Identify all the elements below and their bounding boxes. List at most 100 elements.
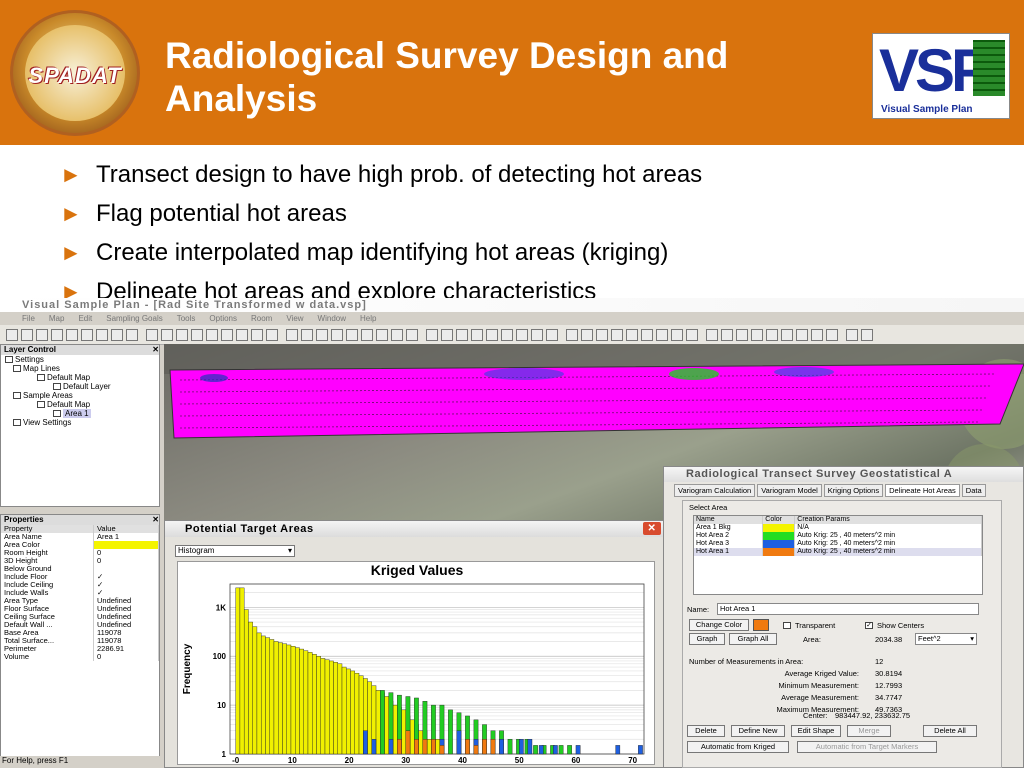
toolbar-button[interactable] (191, 328, 203, 341)
toolbar-button[interactable] (21, 328, 33, 341)
toolbar-button[interactable] (161, 328, 173, 341)
toolbar-button[interactable] (516, 328, 528, 341)
toolbar-button[interactable] (51, 328, 63, 341)
toolbar-button[interactable] (826, 328, 838, 341)
close-icon[interactable]: ✕ (152, 515, 159, 525)
checkbox-icon[interactable] (37, 401, 45, 409)
toolbar-button[interactable] (811, 328, 823, 341)
delete-button[interactable]: Delete (687, 725, 725, 737)
toolbar-button[interactable] (766, 328, 778, 341)
menu-item[interactable]: File (22, 312, 35, 325)
toolbar-button[interactable] (361, 328, 373, 341)
chevron-down-icon[interactable]: ▾ (288, 546, 292, 556)
menu-item[interactable]: Sampling Goals (106, 312, 162, 325)
toolbar-button[interactable] (596, 328, 608, 341)
show-centers-checkbox[interactable]: ✓ (865, 622, 873, 629)
change-color-button[interactable]: Change Color (689, 619, 749, 631)
toolbar-button[interactable] (66, 328, 78, 341)
tree-item[interactable]: Map Lines (1, 364, 159, 373)
toolbar-button[interactable] (656, 328, 668, 341)
toolbar-button[interactable] (81, 328, 93, 341)
table-row[interactable]: Hot Area 3 Auto Krig: 25 , 40 meters^2 mi… (694, 540, 982, 548)
edit-shape-button[interactable]: Edit Shape (791, 725, 841, 737)
tree-item[interactable]: Sample Areas (1, 391, 159, 400)
toolbar-button[interactable] (581, 328, 593, 341)
toolbar-button[interactable] (626, 328, 638, 341)
close-icon[interactable]: ✕ (152, 345, 159, 355)
tab[interactable]: Data (961, 484, 986, 497)
toolbar-button[interactable] (471, 328, 483, 341)
toolbar-button[interactable] (36, 328, 48, 341)
toolbar-button[interactable] (316, 328, 328, 341)
toolbar-button[interactable] (96, 328, 108, 341)
toolbar-button[interactable] (6, 328, 18, 341)
table-row[interactable]: Hot Area 1 Auto Krig: 25 , 40 meters^2 mi… (694, 548, 982, 556)
tab[interactable]: Variogram Calculation (674, 484, 756, 497)
menu-item[interactable]: Window (318, 312, 346, 325)
table-row[interactable]: Volume 0 (1, 653, 160, 661)
toolbar-button[interactable] (486, 328, 498, 341)
area-grid[interactable]: Name Color Creation Params Area 1 Bkg N/A Hot… (693, 515, 983, 595)
toolbar-button[interactable] (531, 328, 543, 341)
define-new-button[interactable]: Define New (731, 725, 785, 737)
toolbar-button[interactable] (456, 328, 468, 341)
graph-all-button[interactable]: Graph All (729, 633, 777, 645)
toolbar-button[interactable] (736, 328, 748, 341)
automatic-from-kriged-button[interactable]: Automatic from Kriged (687, 741, 789, 753)
toolbar-button[interactable] (331, 328, 343, 341)
toolbar-button[interactable] (706, 328, 718, 341)
toolbar-button[interactable] (206, 328, 218, 341)
toolbar-button[interactable] (611, 328, 623, 341)
toolbar-button[interactable] (346, 328, 358, 341)
toolbar-button[interactable] (286, 328, 298, 341)
toolbar-button[interactable] (406, 328, 418, 341)
menu-item[interactable]: Tools (177, 312, 196, 325)
tree-item[interactable]: Default Layer (1, 382, 159, 391)
automatic-from-target-markers-button[interactable]: Automatic from Target Markers (797, 741, 937, 753)
toolbar-button[interactable] (781, 328, 793, 341)
table-row[interactable]: Area 1 Bkg N/A (694, 524, 982, 532)
tab[interactable]: Variogram Model (757, 484, 822, 497)
toolbar-button[interactable] (721, 328, 733, 341)
toolbar-button[interactable] (266, 328, 278, 341)
toolbar-button[interactable] (426, 328, 438, 341)
toolbar-button[interactable] (221, 328, 233, 341)
menu-item[interactable]: Options (209, 312, 237, 325)
toolbar-button[interactable] (391, 328, 403, 341)
color-swatch[interactable] (753, 619, 769, 631)
transparent-checkbox[interactable] (783, 622, 791, 629)
tree-item[interactable]: Default Map (1, 373, 159, 382)
menu-item[interactable]: Help (360, 312, 376, 325)
toolbar-button[interactable] (146, 328, 158, 341)
units-select[interactable]: Feet^2 ▾ (915, 633, 977, 645)
toolbar-button[interactable] (376, 328, 388, 341)
toolbar-button[interactable] (501, 328, 513, 341)
menu-item[interactable]: Room (251, 312, 272, 325)
chart-type-select[interactable]: Histogram ▾ (175, 545, 295, 557)
toolbar-button[interactable] (111, 328, 123, 341)
toolbar-button[interactable] (176, 328, 188, 341)
close-icon[interactable]: ✕ (643, 522, 661, 535)
toolbar-button[interactable] (301, 328, 313, 341)
checkbox-icon[interactable] (53, 383, 61, 391)
menu-item[interactable]: View (286, 312, 303, 325)
delete-all-button[interactable]: Delete All (923, 725, 977, 737)
chevron-down-icon[interactable]: ▾ (970, 634, 974, 644)
toolbar-button[interactable] (686, 328, 698, 341)
tab[interactable]: Kriging Options (823, 484, 884, 497)
tree-item[interactable]: View Settings (1, 418, 159, 427)
toolbar-button[interactable] (251, 328, 263, 341)
tree-item[interactable]: Area 1 (1, 409, 159, 418)
toolbar-button[interactable] (441, 328, 453, 341)
checkbox-icon[interactable] (37, 374, 45, 382)
merge-button[interactable]: Merge (847, 725, 891, 737)
checkbox-icon[interactable] (53, 410, 61, 418)
toolbar-button[interactable] (641, 328, 653, 341)
toolbar-button[interactable] (796, 328, 808, 341)
tree-item[interactable]: Default Map (1, 400, 159, 409)
toolbar-button[interactable] (546, 328, 558, 341)
tab[interactable]: Delineate Hot Areas (885, 484, 960, 497)
toolbar-button[interactable] (671, 328, 683, 341)
toolbar-button[interactable] (861, 328, 873, 341)
area-name-input[interactable]: Hot Area 1 (717, 603, 979, 615)
